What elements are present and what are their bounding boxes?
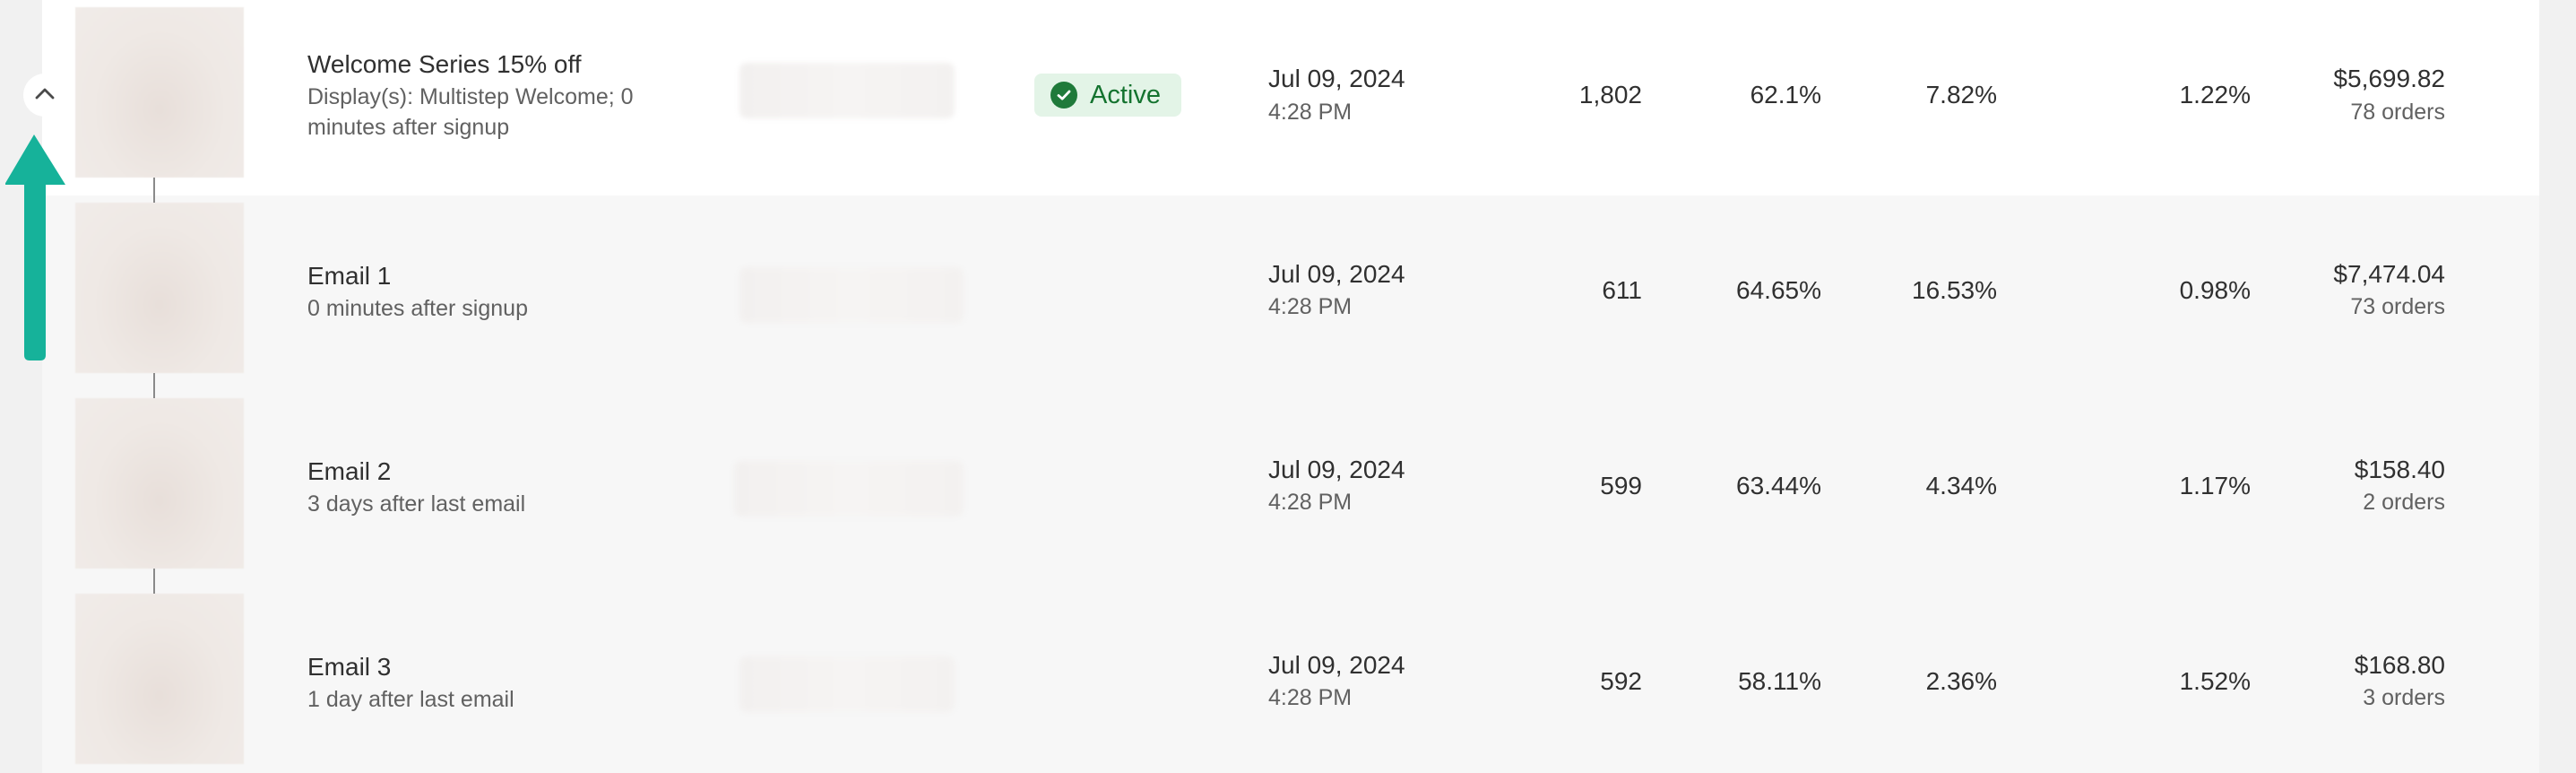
- description-line: Display(s): Multistep Welcome; 0: [307, 84, 634, 109]
- arrow-up-icon: [4, 131, 68, 369]
- status-label: Active: [1090, 80, 1161, 109]
- redacted-field: [739, 63, 955, 118]
- click-rate-value: 7.82%: [1925, 81, 1997, 109]
- time-value: 4:28 PM: [1268, 294, 1353, 319]
- click-rate-value: 16.53%: [1912, 276, 1997, 304]
- email-thumbnail[interactable]: [75, 203, 244, 373]
- sequence-connector: [153, 373, 155, 398]
- time-value: 4:28 PM: [1268, 100, 1353, 125]
- revenue-value: $158.40: [2354, 456, 2445, 483]
- date-value: Jul 09, 2024: [1268, 651, 1405, 679]
- campaign-table: Welcome Series 15% off Display(s): Multi…: [42, 0, 2539, 773]
- table-row[interactable]: Welcome Series 15% off Display(s): Multi…: [42, 0, 2539, 197]
- revenue-value: $7,474.04: [2333, 260, 2445, 288]
- sends-value: 611: [1602, 276, 1642, 304]
- email-description: 1 day after last email: [307, 687, 514, 712]
- sends-value: 599: [1600, 472, 1642, 499]
- orders-count: 2 orders: [2363, 490, 2445, 515]
- collapse-button[interactable]: [23, 74, 66, 117]
- orders-count: 3 orders: [2363, 685, 2445, 710]
- click-rate-value: 4.34%: [1925, 472, 1997, 499]
- revenue-value: $168.80: [2354, 651, 2445, 679]
- redacted-field: [734, 461, 964, 517]
- description-line: minutes after signup: [307, 115, 510, 140]
- revenue-value: $5,699.82: [2333, 65, 2445, 92]
- table-row[interactable]: Email 1 0 minutes after signup Jul 09, 2…: [42, 195, 2539, 393]
- redacted-field: [739, 656, 955, 712]
- sequence-connector: [153, 569, 155, 594]
- date-value: Jul 09, 2024: [1268, 65, 1405, 92]
- conversion-rate-value: 1.17%: [2179, 472, 2251, 499]
- time-value: 4:28 PM: [1268, 490, 1353, 515]
- table-row[interactable]: Email 2 3 days after last email Jul 09, …: [42, 391, 2539, 588]
- email-thumbnail[interactable]: [75, 594, 244, 764]
- orders-count: 73 orders: [2350, 294, 2445, 319]
- orders-count: 78 orders: [2350, 100, 2445, 125]
- open-rate-value: 64.65%: [1736, 276, 1821, 304]
- redacted-field: [739, 267, 964, 323]
- email-title[interactable]: Email 2: [307, 456, 391, 487]
- open-rate-value: 63.44%: [1736, 472, 1821, 499]
- email-title[interactable]: Email 1: [307, 261, 391, 291]
- open-rate-value: 58.11%: [1738, 667, 1821, 695]
- checkmark-icon: [1050, 82, 1077, 109]
- open-rate-value: 62.1%: [1750, 81, 1821, 109]
- status-badge: Active: [1034, 74, 1181, 117]
- campaign-description: Display(s): Multistep Welcome; 0 minutes…: [307, 82, 693, 143]
- campaign-title[interactable]: Welcome Series 15% off: [307, 49, 582, 80]
- campaign-thumbnail[interactable]: [75, 7, 244, 178]
- email-title[interactable]: Email 3: [307, 652, 391, 682]
- click-rate-value: 2.36%: [1925, 667, 1997, 695]
- table-row[interactable]: Email 3 1 day after last email Jul 09, 2…: [42, 586, 2539, 773]
- sends-value: 1,802: [1578, 81, 1642, 109]
- conversion-rate-value: 1.52%: [2179, 667, 2251, 695]
- date-value: Jul 09, 2024: [1268, 260, 1405, 288]
- sequence-connector: [153, 178, 155, 203]
- chevron-up-icon: [34, 86, 56, 105]
- conversion-rate-value: 0.98%: [2179, 276, 2251, 304]
- date-value: Jul 09, 2024: [1268, 456, 1405, 483]
- sends-value: 592: [1600, 667, 1642, 695]
- conversion-rate-value: 1.22%: [2179, 81, 2251, 109]
- time-value: 4:28 PM: [1268, 685, 1353, 710]
- email-description: 0 minutes after signup: [307, 296, 528, 321]
- email-thumbnail[interactable]: [75, 398, 244, 569]
- email-description: 3 days after last email: [307, 491, 526, 517]
